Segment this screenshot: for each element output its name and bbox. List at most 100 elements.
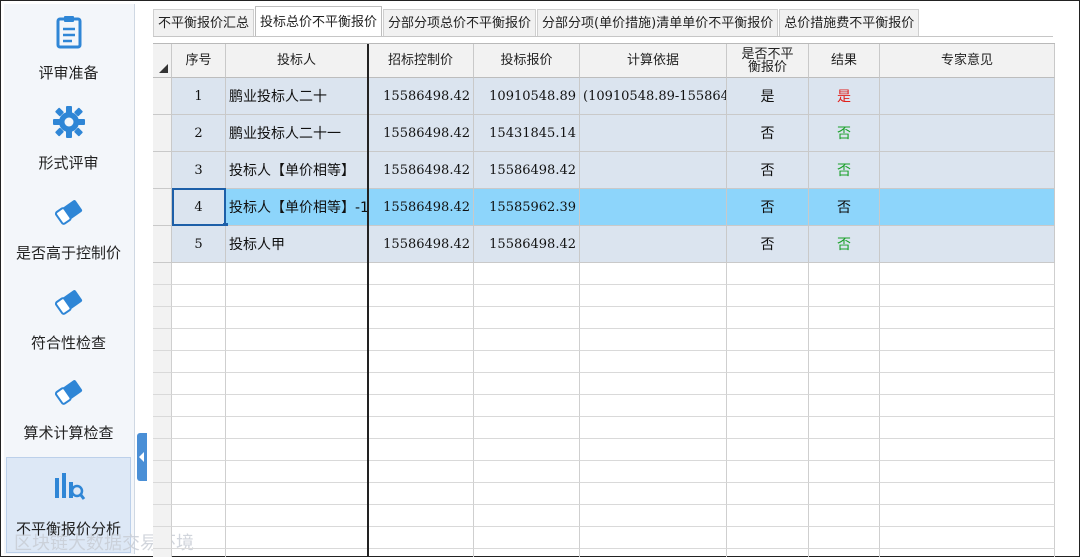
unbalanced-flag[interactable]: 否	[727, 189, 809, 226]
column-header[interactable]: 序号	[172, 44, 226, 78]
sidebar-item-review-prep[interactable]: 评审准备	[6, 4, 131, 92]
empty-row	[153, 527, 1055, 549]
empty-cell	[880, 263, 1055, 285]
table-row[interactable]: 4 投标人【单价相等】-1 15586498.42 15585962.39 否否	[153, 189, 1055, 226]
table-row[interactable]: 1 鹏业投标人二十 15586498.42 10910548.89 (10910548.…	[153, 78, 1055, 115]
result-value[interactable]: 否	[809, 189, 880, 226]
empty-cell	[172, 549, 226, 557]
empty-cell	[153, 373, 172, 395]
row-number[interactable]: 1	[172, 78, 226, 115]
calc-basis[interactable]	[580, 189, 727, 226]
column-header[interactable]: 是否不平衡报价	[727, 44, 809, 78]
result-value[interactable]: 否	[809, 152, 880, 189]
unbalanced-flag[interactable]: 否	[727, 115, 809, 152]
control-price[interactable]: 15586498.42	[368, 152, 474, 189]
control-price[interactable]: 15586498.42	[368, 115, 474, 152]
empty-cell	[172, 373, 226, 395]
expert-opinion[interactable]	[880, 78, 1055, 115]
cell-selection-box	[172, 188, 228, 228]
empty-cell	[727, 417, 809, 439]
bidder-name[interactable]: 投标人甲	[226, 226, 368, 263]
tab-total-bid-unbalanced[interactable]: 投标总价不平衡报价	[255, 6, 383, 36]
sidebar-item-compliance-check[interactable]: 符合性检查	[6, 274, 131, 362]
column-header[interactable]: 招标控制价	[368, 44, 474, 78]
sidebar-collapse-handle[interactable]	[137, 433, 147, 481]
control-price[interactable]: 15586498.42	[368, 189, 474, 226]
empty-cell	[474, 549, 580, 557]
unbalanced-flag[interactable]: 否	[727, 226, 809, 263]
empty-row	[153, 483, 1055, 505]
column-header[interactable]: 结果	[809, 44, 880, 78]
column-header[interactable]: 投标人	[226, 44, 368, 78]
row-number[interactable]: 5	[172, 226, 226, 263]
bidder-name[interactable]: 投标人【单价相等】-1	[226, 189, 368, 226]
empty-cell	[172, 505, 226, 527]
empty-cell	[368, 351, 474, 373]
row-header[interactable]	[153, 226, 172, 263]
unbalanced-flag[interactable]: 否	[727, 152, 809, 189]
empty-cell	[809, 549, 880, 557]
unbalanced-flag[interactable]: 是	[727, 78, 809, 115]
empty-cell	[580, 549, 727, 557]
empty-cell	[226, 263, 368, 285]
calc-basis[interactable]	[580, 226, 727, 263]
empty-row	[153, 373, 1055, 395]
expert-opinion[interactable]	[880, 152, 1055, 189]
sidebar-item-arithmetic-check[interactable]: 算术计算检查	[6, 364, 131, 452]
tab-subitem-total-unbalanced[interactable]: 分部分项总价不平衡报价	[383, 9, 537, 36]
empty-row	[153, 307, 1055, 329]
empty-cell	[727, 307, 809, 329]
bid-price[interactable]: 10910548.89	[474, 78, 580, 115]
calc-basis[interactable]	[580, 152, 727, 189]
bid-price[interactable]: 15586498.42	[474, 226, 580, 263]
bid-price[interactable]: 15585962.39	[474, 189, 580, 226]
tab-subitem-unit-price-unbalanced[interactable]: 分部分项(单价措施)清单单价不平衡报价	[537, 9, 779, 36]
sidebar-item-formal-review[interactable]: 形式评审	[6, 94, 131, 182]
result-value[interactable]: 否	[809, 115, 880, 152]
bidder-name[interactable]: 鹏业投标人二十一	[226, 115, 368, 152]
data-grid: 序号 投标人 招标控制价 投标报价 计算依据 是否不平衡报价 结果 专家意见 1…	[153, 43, 1055, 557]
empty-cell	[727, 285, 809, 307]
sidebar-item-above-control-price[interactable]: 是否高于控制价	[6, 184, 131, 272]
bid-price[interactable]: 15586498.42	[474, 152, 580, 189]
row-number[interactable]: 3	[172, 152, 226, 189]
bidder-name[interactable]: 投标人【单价相等】	[226, 152, 368, 189]
bidder-name[interactable]: 鹏业投标人二十	[226, 78, 368, 115]
calc-basis[interactable]: (10910548.89-15586498.	[580, 78, 727, 115]
result-value[interactable]: 否	[809, 226, 880, 263]
empty-cell	[368, 483, 474, 505]
bid-price[interactable]: 15431845.14	[474, 115, 580, 152]
control-price[interactable]: 15586498.42	[368, 226, 474, 263]
empty-cell	[153, 527, 172, 549]
table-row[interactable]: 3 投标人【单价相等】 15586498.42 15586498.42 否否	[153, 152, 1055, 189]
empty-cell	[727, 439, 809, 461]
row-number[interactable]: 2	[172, 115, 226, 152]
tab-unbalanced-summary[interactable]: 不平衡报价汇总	[153, 9, 255, 36]
empty-cell	[880, 285, 1055, 307]
tab-measure-fee-unbalanced[interactable]: 总价措施费不平衡报价	[779, 9, 920, 36]
row-header[interactable]	[153, 78, 172, 115]
expert-opinion[interactable]	[880, 115, 1055, 152]
empty-cell	[172, 417, 226, 439]
empty-cell	[727, 527, 809, 549]
table-row[interactable]: 2 鹏业投标人二十一 15586498.42 15431845.14 否否	[153, 115, 1055, 152]
expert-opinion[interactable]	[880, 226, 1055, 263]
empty-cell	[880, 505, 1055, 527]
column-header[interactable]: 投标报价	[474, 44, 580, 78]
calc-basis[interactable]	[580, 115, 727, 152]
empty-cell	[580, 329, 727, 351]
result-value[interactable]: 是	[809, 78, 880, 115]
control-price[interactable]: 15586498.42	[368, 78, 474, 115]
expert-opinion[interactable]	[880, 189, 1055, 226]
column-header[interactable]: 计算依据	[580, 44, 727, 78]
empty-cell	[153, 263, 172, 285]
empty-cell	[727, 373, 809, 395]
empty-cell	[226, 461, 368, 483]
column-header[interactable]: 专家意见	[880, 44, 1055, 78]
row-header[interactable]	[153, 189, 172, 226]
grid-corner[interactable]	[153, 44, 172, 78]
row-header[interactable]	[153, 152, 172, 189]
sidebar-item-label: 形式评审	[38, 154, 99, 172]
row-header[interactable]	[153, 115, 172, 152]
table-row[interactable]: 5 投标人甲 15586498.42 15586498.42 否否	[153, 226, 1055, 263]
